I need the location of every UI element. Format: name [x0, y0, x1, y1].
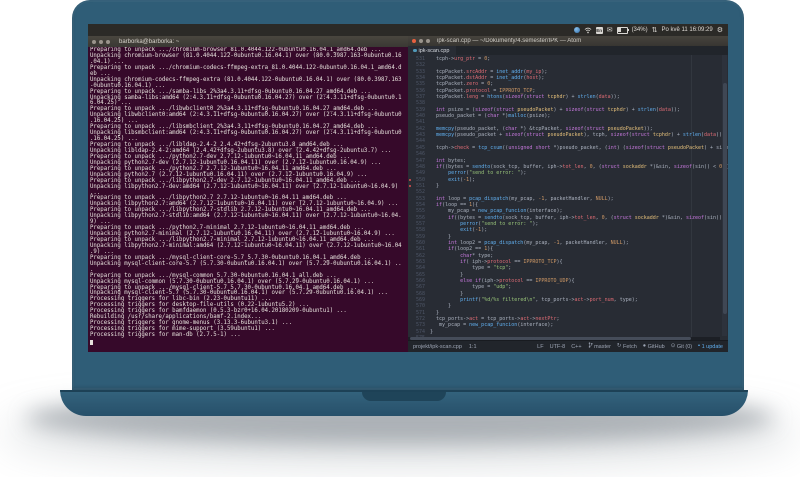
- terminal-title: barborka@barborka: ~: [119, 38, 180, 45]
- status-c-[interactable]: C++: [571, 344, 581, 350]
- horizontal-scrollbar[interactable]: [408, 336, 720, 340]
- laptop-notch: [362, 392, 446, 401]
- terminal-line: Unpacking libpython2.7-minimal:amd64 (2.…: [90, 242, 402, 249]
- laptop-base: [60, 390, 748, 416]
- status-label: projekt/ipk-scan.cpp: [413, 343, 462, 350]
- terminal-line: Unpacking samba-libs:amd64 (2:4.3.11+dfs…: [90, 94, 402, 101]
- terminal-output[interactable]: Preparing to unpack .../chromium-browser…: [88, 47, 408, 352]
- editor-window: ipk-scan.cpp — ~/Dokumenty/4.semester/IP…: [408, 36, 728, 352]
- battery-icon[interactable]: [616, 26, 629, 34]
- scrollbar-thumb[interactable]: [410, 337, 691, 340]
- session-gear-icon[interactable]: ⚙: [717, 27, 723, 34]
- battery-tip: [627, 28, 629, 31]
- screen: En ✉ (34%) ⇅ Po kvě 11 16:09:29 ⚙ barbor…: [88, 24, 728, 352]
- clock[interactable]: Po kvě 11 16:09:29: [661, 27, 712, 33]
- git-icon: ⊙: [670, 342, 676, 349]
- status-label: master: [594, 343, 611, 350]
- terminal-line: Preparing to unpack .../chromium-codecs-…: [90, 64, 402, 71]
- status-git-0-[interactable]: ⊙ Git (0): [670, 342, 693, 350]
- sync-icon: ↻: [616, 342, 622, 349]
- window-maximize-button[interactable]: [426, 39, 430, 43]
- editor-titlebar[interactable]: ipk-scan.cpp — ~/Dokumenty/4.semester/IP…: [408, 36, 728, 46]
- status-bar: projekt/ipk-scan.cpp 1:1 LF UTF-8 C++ master…: [408, 340, 728, 352]
- status-1-1[interactable]: 1:1: [469, 344, 477, 350]
- vertical-scrollbar[interactable]: [722, 55, 727, 336]
- scrollbar-thumb[interactable]: [722, 83, 727, 314]
- keyboard-layout-icon[interactable]: En: [595, 26, 603, 34]
- code-editor[interactable]: 531 tcph->urg_ptr = 0; 532 533 tcpPacket.s…: [408, 55, 728, 340]
- terminal-titlebar[interactable]: barborka@barborka: ~: [88, 36, 408, 47]
- code-lines: 531 tcph->urg_ptr = 0; 532 533 tcpPacket.s…: [408, 56, 728, 340]
- battery-fill: [618, 28, 622, 32]
- terminal-line: Unpacking mysql-client-core-5.7 (5.7.30-…: [90, 260, 402, 267]
- system-tray: En ✉ (34%) ⇅ Po kvě 11 16:09:29 ⚙: [573, 26, 728, 34]
- battery-percentage: (34%): [631, 27, 648, 33]
- window-minimize-button[interactable]: [419, 39, 423, 43]
- status-label: Fetch: [623, 343, 637, 350]
- github-icon: ●: [642, 342, 647, 349]
- status-master[interactable]: master: [588, 342, 611, 351]
- editor-title: ipk-scan.cpp — ~/Dokumenty/4.semester/IP…: [437, 38, 582, 44]
- window-close-button[interactable]: [92, 39, 96, 44]
- status-projekt-ipk-scan-cpp[interactable]: projekt/ipk-scan.cpp: [413, 344, 462, 350]
- window-maximize-button[interactable]: [106, 39, 110, 44]
- status-label: Git (0): [676, 343, 693, 350]
- status-label: GitHub: [647, 343, 665, 350]
- tab-label: ipk-scan.cpp: [418, 47, 450, 54]
- status-label: UTF-8: [549, 343, 566, 350]
- status-label: LF: [537, 343, 544, 350]
- status-1-update[interactable]: ▪ 1 update: [698, 342, 723, 350]
- tab-ipk-scan-cpp[interactable]: ipk-scan.cpp: [408, 46, 457, 55]
- status-label: C++: [571, 343, 582, 350]
- laptop-mockup: En ✉ (34%) ⇅ Po kvě 11 16:09:29 ⚙ barbor…: [0, 0, 800, 477]
- top-panel: En ✉ (34%) ⇅ Po kvě 11 16:09:29 ⚙: [88, 24, 728, 36]
- terminal-line: Unpacking libpython2.7-stdlib:amd64 (2.7…: [90, 213, 402, 220]
- window-minimize-button[interactable]: [99, 39, 103, 44]
- status-right: LF UTF-8 C++ master ↻ Fetch ● GitHub ⊙ Git (0) ▪ 1 …: [537, 342, 723, 351]
- terminal-cursor: [90, 339, 94, 345]
- status-utf-8[interactable]: UTF-8: [550, 344, 566, 350]
- window-close-button[interactable]: [412, 39, 416, 43]
- status-lf[interactable]: LF: [537, 344, 543, 350]
- network-arrows-icon[interactable]: ⇅: [652, 27, 658, 34]
- status-left: projekt/ipk-scan.cpp 1:1: [413, 344, 477, 350]
- status-github[interactable]: ● GitHub: [642, 342, 665, 350]
- tab-bar: ipk-scan.cpp: [408, 46, 728, 55]
- status-label: 1:1: [468, 343, 477, 350]
- branch-icon: [588, 342, 593, 351]
- terminal-line: Unpacking libpython2.7-dev:amd64 (2.7.12…: [90, 183, 399, 190]
- desktop-windows: barborka@barborka: ~ Preparing to unpack…: [88, 36, 728, 352]
- terminal-window: barborka@barborka: ~ Preparing to unpack…: [88, 36, 408, 352]
- cpp-file-icon: [413, 48, 417, 53]
- update-icon: ▪: [698, 342, 701, 349]
- mail-icon[interactable]: ✉: [607, 27, 613, 34]
- status-label: 1 update: [701, 343, 723, 350]
- status-fetch[interactable]: ↻ Fetch: [616, 342, 637, 350]
- wifi-icon[interactable]: [584, 27, 592, 34]
- laptop-lid: En ✉ (34%) ⇅ Po kvě 11 16:09:29 ⚙ barbor…: [72, 0, 744, 390]
- app-indicator-icon[interactable]: [573, 27, 580, 33]
- terminal-line: Unpacking chromium-browser (81.0.4044.12…: [90, 52, 402, 59]
